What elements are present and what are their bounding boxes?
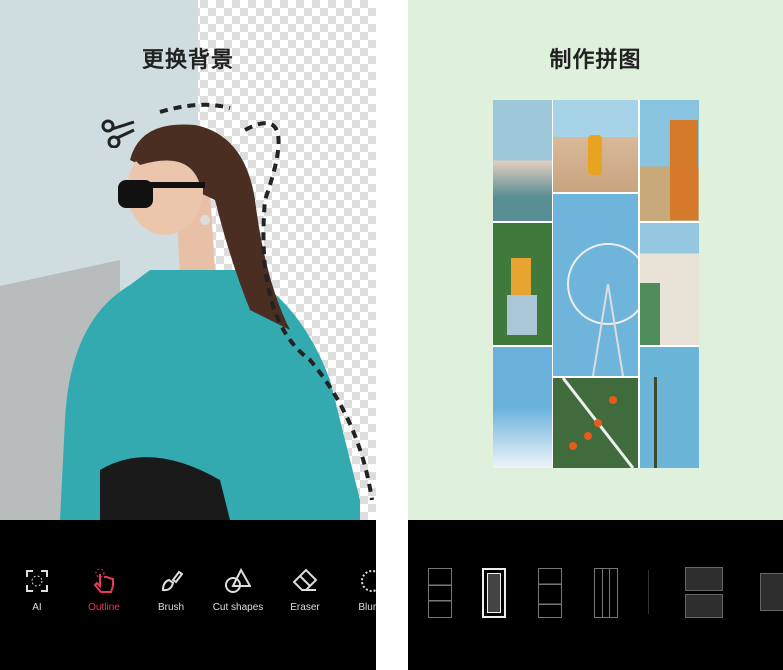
collage-photo	[553, 194, 638, 376]
tool-cut-shapes[interactable]: Cut shapes	[208, 568, 268, 613]
divider	[648, 570, 649, 614]
layout-option[interactable]	[428, 568, 452, 618]
panel-title: 更换背景	[141, 47, 234, 72]
tool-label: Brush	[157, 602, 185, 613]
tool-label: Outline	[88, 602, 120, 613]
tool-label: Blur E	[358, 602, 376, 613]
layout-option-selected[interactable]	[482, 568, 506, 618]
tool-ai[interactable]: AI	[7, 568, 67, 613]
layout-toolbar	[408, 520, 783, 670]
collage-photo	[640, 223, 699, 345]
collage-preview	[493, 100, 699, 468]
person-photo	[60, 102, 374, 520]
collage-photo	[493, 100, 552, 221]
collage-photo	[493, 347, 552, 468]
collage-photo	[553, 100, 638, 192]
layout-option[interactable]	[538, 568, 562, 618]
tool-label: Cut shapes	[212, 602, 264, 613]
cutout-toolbar: AI Outline Brush Cut shapes Eraser Blur …	[0, 520, 376, 670]
change-background-panel: 更换背景 AI Outline Brush Cut shapes Eraser …	[0, 0, 376, 670]
tool-brush[interactable]: Brush	[141, 568, 201, 613]
collage-photo	[640, 100, 699, 221]
tool-eraser[interactable]: Eraser	[275, 568, 335, 613]
collage-photo	[493, 223, 552, 345]
photo-canvas	[0, 0, 376, 520]
collage-photo	[553, 378, 638, 468]
tool-label: AI	[32, 602, 42, 613]
ai-select-icon	[7, 568, 67, 594]
shapes-icon	[208, 568, 268, 594]
layout-option[interactable]	[760, 573, 783, 611]
tool-blur-edge[interactable]: Blur E	[342, 568, 376, 613]
collage-panel: 制作拼图	[408, 0, 783, 670]
tool-outline[interactable]: Outline	[74, 568, 134, 613]
tool-label: Eraser	[290, 602, 320, 613]
layout-option[interactable]	[685, 594, 723, 618]
hand-tap-icon	[74, 568, 134, 594]
blur-edge-icon	[342, 568, 376, 594]
layout-option[interactable]	[685, 567, 723, 591]
layout-option[interactable]	[594, 568, 618, 618]
brush-icon	[141, 568, 201, 594]
scissors-icon	[101, 119, 135, 148]
collage-photo	[640, 347, 699, 468]
panel-title: 制作拼图	[549, 47, 642, 72]
eraser-icon	[275, 568, 335, 594]
